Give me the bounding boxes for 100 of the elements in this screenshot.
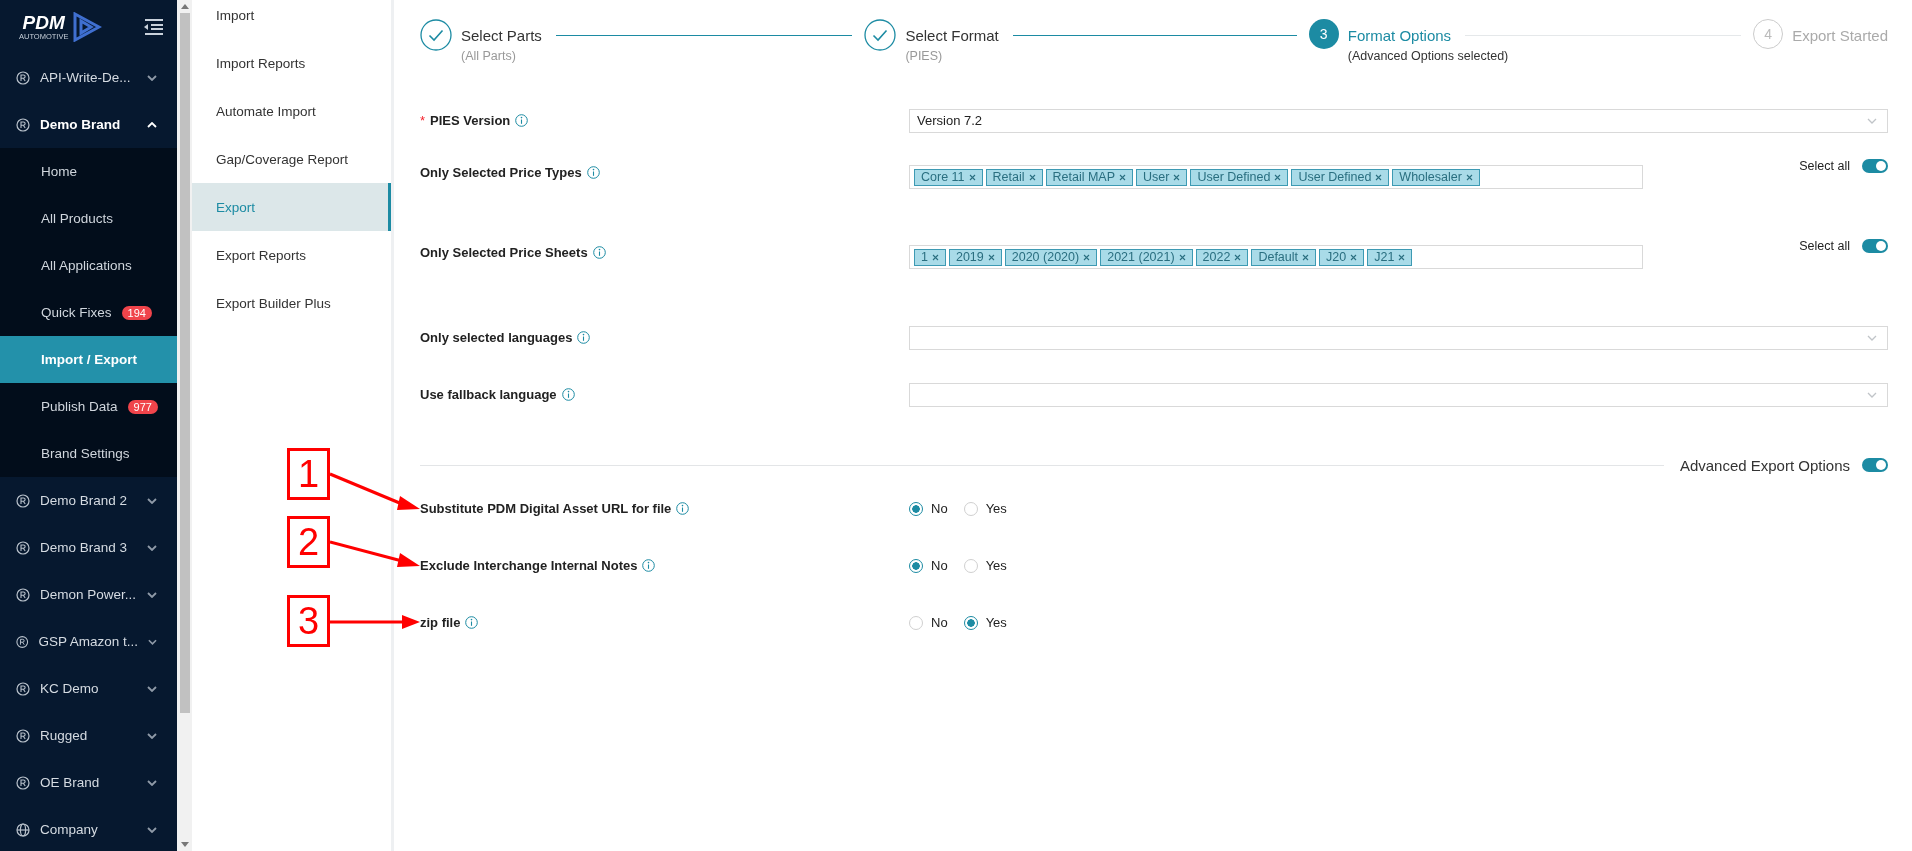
- tag-chip[interactable]: Retail MAP: [1045, 168, 1134, 186]
- scroll-down-icon[interactable]: [180, 842, 189, 847]
- sidebar-item[interactable]: Demo Brand 2: [0, 477, 177, 524]
- sidebar-item[interactable]: Company: [0, 806, 177, 851]
- remove-icon[interactable]: [931, 253, 939, 261]
- scrollbar-thumb[interactable]: [179, 13, 190, 713]
- toggle-switch[interactable]: [1862, 239, 1888, 253]
- chevron-down-icon: [147, 779, 157, 786]
- tag-chip[interactable]: Wholesaler: [1392, 168, 1480, 186]
- tag-chip[interactable]: 2022: [1195, 248, 1249, 266]
- sidebar-item[interactable]: KC Demo: [0, 665, 177, 712]
- remove-icon[interactable]: [1234, 253, 1242, 261]
- tag-chip[interactable]: User Defined: [1190, 168, 1289, 186]
- dropdown-field[interactable]: [909, 325, 1888, 350]
- remove-icon[interactable]: [1083, 253, 1091, 261]
- option-label: zip file: [420, 615, 461, 630]
- submenu-item[interactable]: Automate Import: [192, 87, 391, 135]
- sidebar-subitem[interactable]: Publish Data 977: [0, 383, 177, 430]
- radio-label[interactable]: Yes: [985, 615, 1007, 630]
- remove-icon[interactable]: [1375, 173, 1383, 181]
- radio-button[interactable]: [909, 558, 923, 573]
- remove-icon[interactable]: [987, 253, 995, 261]
- tag-chip[interactable]: J20: [1319, 248, 1365, 266]
- tag-input-field[interactable]: 1 2019 2020 (2020) 2021 (2021) 2022 Default J20 J21: [909, 245, 1643, 269]
- remove-icon[interactable]: [968, 173, 976, 181]
- info-icon[interactable]: [515, 114, 529, 127]
- field-label: Only Selected Price Sheets: [420, 245, 588, 260]
- tag-chip[interactable]: J21: [1367, 248, 1413, 266]
- remove-icon[interactable]: [1119, 173, 1127, 181]
- info-icon[interactable]: [586, 166, 600, 179]
- radio-label[interactable]: No: [931, 558, 948, 573]
- radio-label[interactable]: Yes: [985, 558, 1007, 573]
- select-all-label: Select all: [1799, 239, 1850, 253]
- sidebar-item[interactable]: Demon Power...: [0, 571, 177, 618]
- chevron-down-icon: [147, 685, 157, 692]
- field-label: Use fallback language: [420, 387, 557, 402]
- tag-chip[interactable]: Core 11: [914, 168, 983, 186]
- remove-icon[interactable]: [1178, 253, 1186, 261]
- remove-icon[interactable]: [1173, 173, 1181, 181]
- remove-icon[interactable]: [1274, 173, 1282, 181]
- step-description: (PIES): [905, 49, 944, 63]
- sidebar-subitem[interactable]: Import / Export: [0, 336, 177, 383]
- step-title: Format Options: [1347, 26, 1452, 44]
- tag-chip[interactable]: 1: [914, 248, 946, 266]
- sidebar-item[interactable]: OE Brand: [0, 759, 177, 806]
- radio-label[interactable]: Yes: [985, 501, 1007, 516]
- remove-icon[interactable]: [1350, 253, 1358, 261]
- tag-input-field[interactable]: Core 11 Retail Retail MAP User User Defined User Defined Wholesaler: [909, 165, 1643, 189]
- remove-icon[interactable]: [1398, 253, 1406, 261]
- sidebar-subitem[interactable]: All Applications: [0, 242, 177, 289]
- tag-chip[interactable]: 2019: [948, 248, 1002, 266]
- sidebar-item[interactable]: Rugged: [0, 712, 177, 759]
- tag-chip[interactable]: 2020 (2020): [1004, 248, 1098, 266]
- toggle-switch[interactable]: [1862, 159, 1888, 173]
- remove-icon[interactable]: [1465, 173, 1473, 181]
- field-label: Only selected languages: [420, 330, 573, 345]
- menu-collapse-icon[interactable]: [143, 19, 163, 35]
- submenu-item[interactable]: Export Reports: [192, 231, 391, 279]
- toggle-switch[interactable]: [1862, 458, 1888, 472]
- chevron-down-icon: [1867, 334, 1877, 341]
- tag-chip[interactable]: User: [1136, 168, 1188, 186]
- sidebar-item[interactable]: API-Write-De...: [0, 54, 177, 101]
- tag-chip[interactable]: Default: [1251, 248, 1317, 266]
- sidebar-subitem[interactable]: Brand Settings: [0, 430, 177, 477]
- tag-chip[interactable]: User Defined: [1291, 168, 1390, 186]
- radio-button[interactable]: [963, 615, 978, 630]
- scroll-up-icon[interactable]: [180, 4, 189, 9]
- submenu-item[interactable]: Export Builder Plus: [192, 279, 391, 327]
- tag-chip[interactable]: 2021 (2021): [1100, 248, 1193, 266]
- globe-icon: [16, 822, 30, 837]
- chevron-down-icon: [147, 497, 157, 504]
- radio-label[interactable]: No: [931, 501, 948, 516]
- dropdown-field[interactable]: Version 7.2: [909, 108, 1888, 133]
- field-label: Only Selected Price Types: [420, 165, 582, 180]
- remove-icon[interactable]: [1028, 173, 1036, 181]
- sidebar-item[interactable]: GSP Amazon t...: [0, 618, 177, 665]
- radio-label[interactable]: No: [931, 615, 948, 630]
- sidebar-item[interactable]: Demo Brand 3: [0, 524, 177, 571]
- info-icon[interactable]: [676, 502, 690, 515]
- info-icon[interactable]: [561, 388, 575, 401]
- dropdown-field[interactable]: [909, 382, 1888, 407]
- remove-icon[interactable]: [1302, 253, 1310, 261]
- sidebar-item[interactable]: Demo Brand: [0, 101, 177, 148]
- count-badge: 977: [127, 399, 158, 414]
- section-title: Advanced Export Options: [1678, 456, 1850, 474]
- info-icon[interactable]: [465, 616, 479, 629]
- sidebar-subitem[interactable]: All Products: [0, 195, 177, 242]
- submenu-item[interactable]: Gap/Coverage Report: [192, 135, 391, 183]
- sidebar-subitem[interactable]: Home: [0, 148, 177, 195]
- logo-text: PDM: [22, 13, 65, 32]
- info-icon[interactable]: [642, 559, 656, 572]
- step-title: Select Format: [905, 26, 999, 44]
- submenu-item[interactable]: Import: [192, 0, 391, 39]
- radio-button[interactable]: [909, 501, 923, 516]
- info-icon[interactable]: [577, 331, 591, 344]
- submenu-item[interactable]: Import Reports: [192, 39, 391, 87]
- registered-icon: [16, 775, 30, 790]
- tag-chip[interactable]: Retail: [985, 168, 1043, 186]
- info-icon[interactable]: [592, 246, 606, 259]
- sidebar-subitem[interactable]: Quick Fixes 194: [0, 289, 177, 336]
